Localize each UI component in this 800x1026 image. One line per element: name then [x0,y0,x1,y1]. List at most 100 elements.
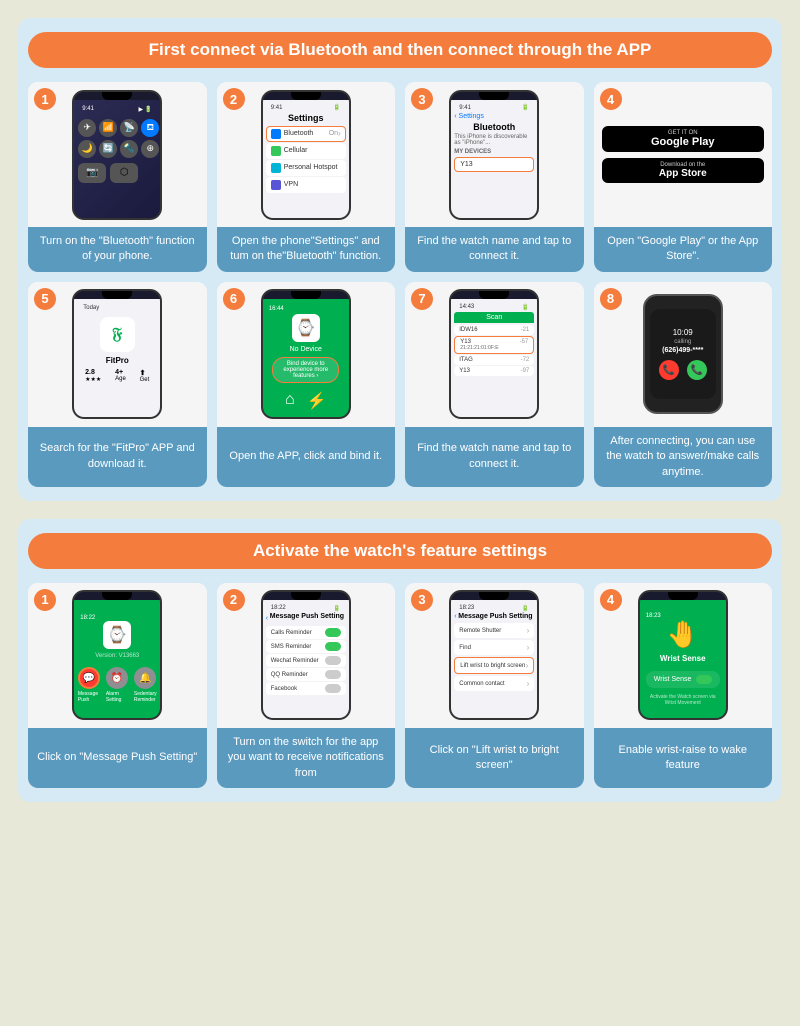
calls-toggle[interactable] [325,628,341,637]
step-6-phone: 16:44 ⌚ No Device Bind device to experie… [261,289,351,419]
msg-push-icon: 💬 [78,667,100,689]
hotspot-row: Personal Hotspot [266,160,346,176]
s2-step-1-phone: 18:22 ⌚ Version: V13663 💬 Message Push ⏰ [72,590,162,720]
status-bar-s2-3: 18:23🔋 [454,603,534,613]
phone-notch-3 [479,92,509,100]
step-3-phone: 9:41🔋 ‹ Settings Bluetooth This iPhone i… [449,90,539,220]
focus-icon: ⊕ [141,140,159,158]
push-header-row: ‹ Message Push Setting [266,613,346,623]
time-display: 16:44 [269,306,284,312]
phone-notch-7 [479,291,509,299]
step-4-desc: Open "Google Play" or the App Store". [594,227,773,272]
step-3-number: 3 [411,88,433,110]
section-1-header: First connect via Bluetooth and then con… [28,32,772,68]
s2-step-3-number: 3 [411,589,433,611]
step-5-phone: Today 𝔉 FitPro 2.8★★★ 4+Age ⬆Get [72,289,162,419]
share-icon: ⬡ [110,163,138,183]
step-7-image: 7 14:43🔋 Scan IDW16-21 Y13-57 21:2 [405,282,584,427]
step-5: 5 Today 𝔉 FitPro 2.8★★★ 4+Age [28,282,207,487]
s2-4-time: 18:23 [646,613,661,619]
stat-2: 4+Age [115,369,126,383]
wrist-toggle[interactable] [696,675,712,684]
scan-device-2: Y13-57 21:21:21:01:0F:E [454,336,534,354]
hotspot-icon [271,163,281,173]
wrist-icon: 🤚 [667,619,699,650]
wechat-toggle[interactable] [325,656,341,665]
alarm-icon: ⏰ [106,667,128,689]
vpn-icon [271,180,281,190]
bluetooth-row: Bluetooth On › [266,126,346,142]
reminder-icon: 🔔 [134,667,156,689]
step-1-desc: Turn on the "Bluetooth" function of your… [28,227,207,272]
step-1-image: 1 9:41 ▶ 🔋 ✈ 📶 📡 [28,82,207,227]
s2-step-4-desc: Enable wrist-raise to wake feature [594,728,773,788]
s2-action-icons: 💬 Message Push ⏰ Alarm Setting 🔔 Sedenta [78,667,157,703]
dnd-icon: 🌙 [78,140,96,158]
wrist-toggle-label: Wrist Sense [654,676,692,683]
accept-call-button[interactable]: 📞 [687,360,707,380]
camera-icon: 📷 [78,163,106,183]
cellular-icon [271,146,281,156]
cellular-label: Cellular [284,147,308,154]
s2-step-2-desc: Turn on the switch for the app you want … [217,728,396,788]
bluetooth-value: On [329,130,338,137]
bind-button[interactable]: Bind device to experience more features … [272,357,339,383]
fitpro-search-screen: Today 𝔉 FitPro 2.8★★★ 4+Age ⬆Get [74,299,160,417]
s2-step-1-image: 1 18:22 ⌚ Version: V13663 💬 Message Push [28,583,207,728]
step-5-desc: Search for the "FitPro" APP and download… [28,427,207,487]
sms-label: SMS Reminder [271,644,312,650]
s2-step-1-desc: Click on "Message Push Setting" [28,728,207,788]
watch-device: Y13 [454,157,534,172]
stat-3: ⬆Get [140,369,150,383]
status-bar-7: 14:43🔋 [454,302,534,312]
step-6: 6 16:44 ⌚ No Device Bind device to exper… [217,282,396,487]
step-7: 7 14:43🔋 Scan IDW16-21 Y13-57 21:2 [405,282,584,487]
alarm-label: Alarm Setting [106,691,128,703]
scan-header: Scan [454,312,534,323]
end-call-button[interactable]: 📞 [659,360,679,380]
s2-step-3: 3 18:23🔋 ‹ Message Push Setting Remote S… [405,583,584,788]
settings-title: Settings [266,113,346,123]
section-2: Activate the watch's feature settings 1 … [18,519,782,802]
phone-screen-s2-4: 18:23 🤚 Wrist Sense Wrist Sense Activate… [640,600,726,718]
s2-step-2-number: 2 [223,589,245,611]
s2-step-3-phone: 18:23🔋 ‹ Message Push Setting Remote Shu… [449,590,539,720]
control-icons: ✈ 📶 📡 ⛾ 🌙 🔄 🔦 ⊕ [78,119,156,158]
status-icons: ▶ 🔋 [138,106,152,113]
s2-step-3-image: 3 18:23🔋 ‹ Message Push Setting Remote S… [405,583,584,728]
qq-label: QQ Reminder [271,672,308,678]
phone-notch-s2-2 [291,592,321,600]
version-text: Version: V13663 [95,653,139,659]
phone-notch-6 [291,291,321,299]
sms-toggle[interactable] [325,642,341,651]
app-store-button[interactable]: Download on the App Store [602,158,765,183]
phone-notch-s2-3 [479,592,509,600]
bt-status-text: This iPhone is discoverable as "iPhone".… [454,134,534,146]
scan-device-3: ITAG-72 [454,355,534,365]
step-6-image: 6 16:44 ⌚ No Device Bind device to exper… [217,282,396,427]
phone-notch-5 [102,291,132,299]
reminder-label: Sedentary Reminder [134,691,157,703]
step-4-image: 4 GET IT ON Google Play Download on the … [594,82,773,227]
google-play-button[interactable]: GET IT ON Google Play [602,126,765,152]
lift-header-row: ‹ Message Push Setting [454,613,534,620]
stat-1: 2.8★★★ [85,369,101,383]
step-5-image: 5 Today 𝔉 FitPro 2.8★★★ 4+Age [28,282,207,427]
no-device-text: No Device [290,346,322,353]
calling-label: calling [674,339,691,345]
find-row: Find › [454,640,534,655]
facebook-label: Facebook [271,686,297,692]
phone-screen-5: Today 𝔉 FitPro 2.8★★★ 4+Age ⬆Get [74,299,160,417]
airplane-icon: ✈ [78,119,96,137]
s2-step-4-image: 4 18:23 🤚 Wrist Sense Wrist Sense Ac [594,583,773,728]
wrist-activate-text: Activate the Watch screen via Wrist Move… [646,694,720,706]
qq-toggle[interactable] [325,670,341,679]
fitpro-logo: 𝔉 [100,317,135,352]
watch-screen: 10:09 calling (626)499-**** 📞 📞 [650,309,716,399]
watch-name: Y13 [460,161,472,168]
facebook-toggle[interactable] [325,684,341,693]
chevron-lift: › [526,661,529,670]
call-time: 10:09 [673,328,693,337]
phone-screen-s2-3: 18:23🔋 ‹ Message Push Setting Remote Shu… [451,600,537,718]
step-3-desc: Find the watch name and tap to connect i… [405,227,584,272]
